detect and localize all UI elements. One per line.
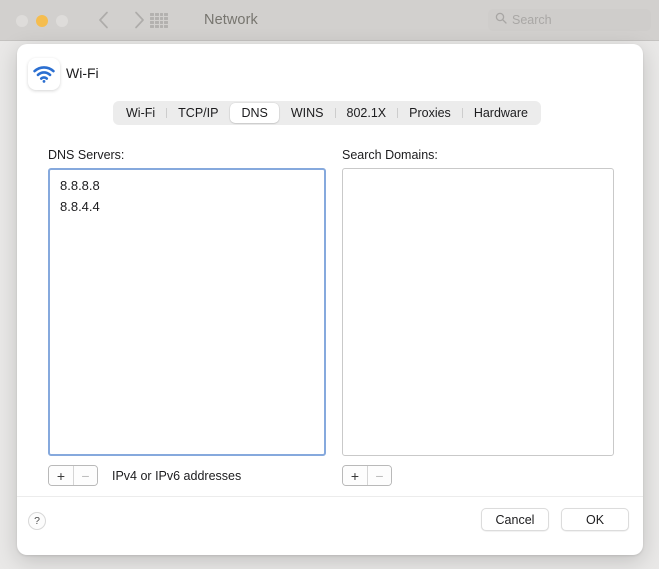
search-field[interactable]: Search [488, 9, 651, 31]
back-chevron-icon[interactable] [92, 9, 114, 31]
add-dns-server-button[interactable]: + [49, 466, 73, 485]
dns-servers-list[interactable]: 8.8.8.8 8.8.4.4 [48, 168, 326, 456]
dns-settings-sheet: Wi-Fi Wi-Fi TCP/IP DNS WINS 802.1X Proxi… [17, 44, 643, 555]
remove-dns-server-button[interactable]: − [73, 466, 97, 485]
list-item[interactable]: 8.8.4.4 [50, 197, 324, 218]
navigation-arrows [92, 9, 150, 31]
dns-add-remove-segmented: + − [48, 465, 98, 486]
search-domains-label: Search Domains: [342, 148, 438, 162]
tab-wins[interactable]: WINS [280, 103, 335, 123]
service-name-label: Wi-Fi [66, 65, 99, 81]
tab-dns[interactable]: DNS [230, 103, 279, 123]
tab-hardware[interactable]: Hardware [463, 103, 539, 123]
tab-proxies[interactable]: Proxies [398, 103, 462, 123]
dns-servers-hint: IPv4 or IPv6 addresses [112, 468, 242, 483]
close-button-icon[interactable] [16, 15, 28, 27]
search-icon [495, 11, 507, 29]
sheet-header: Wi-Fi [17, 44, 643, 96]
search-domains-list[interactable] [342, 168, 614, 456]
search-domains-controls: + − [342, 465, 614, 486]
wifi-icon [28, 58, 60, 90]
sheet-footer: ? Cancel OK [17, 496, 643, 555]
window-titlebar: Network Search [0, 0, 659, 41]
add-search-domain-button[interactable]: + [343, 466, 367, 485]
remove-search-domain-button[interactable]: − [367, 466, 391, 485]
page-title: Network [204, 12, 258, 28]
help-button[interactable]: ? [28, 512, 46, 530]
footer-actions: Cancel OK [481, 508, 629, 531]
minimize-button-icon[interactable] [36, 15, 48, 27]
dns-servers-column: DNS Servers: 8.8.8.8 8.8.4.4 + − IPv4 or… [48, 148, 326, 486]
dns-servers-label: DNS Servers: [48, 148, 125, 162]
search-placeholder: Search [512, 13, 552, 27]
dns-servers-controls: + − IPv4 or IPv6 addresses [48, 465, 326, 486]
search-domains-column: Search Domains: + − [342, 148, 614, 486]
settings-tabbar: Wi-Fi TCP/IP DNS WINS 802.1X Proxies Har… [113, 101, 541, 125]
network-preferences-window: Network Search Wi-Fi Wi-Fi TCP/IP DNS WI… [0, 0, 659, 569]
forward-chevron-icon[interactable] [128, 9, 150, 31]
ok-button[interactable]: OK [561, 508, 629, 531]
search-domains-add-remove-segmented: + − [342, 465, 392, 486]
maximize-button-icon[interactable] [56, 15, 68, 27]
cancel-button[interactable]: Cancel [481, 508, 549, 531]
tab-tcpip[interactable]: TCP/IP [167, 103, 229, 123]
all-preferences-grid-icon[interactable] [150, 13, 168, 28]
traffic-light-group [16, 15, 68, 27]
tab-wifi[interactable]: Wi-Fi [115, 103, 166, 123]
list-item[interactable]: 8.8.8.8 [50, 176, 324, 197]
tab-8021x[interactable]: 802.1X [336, 103, 398, 123]
